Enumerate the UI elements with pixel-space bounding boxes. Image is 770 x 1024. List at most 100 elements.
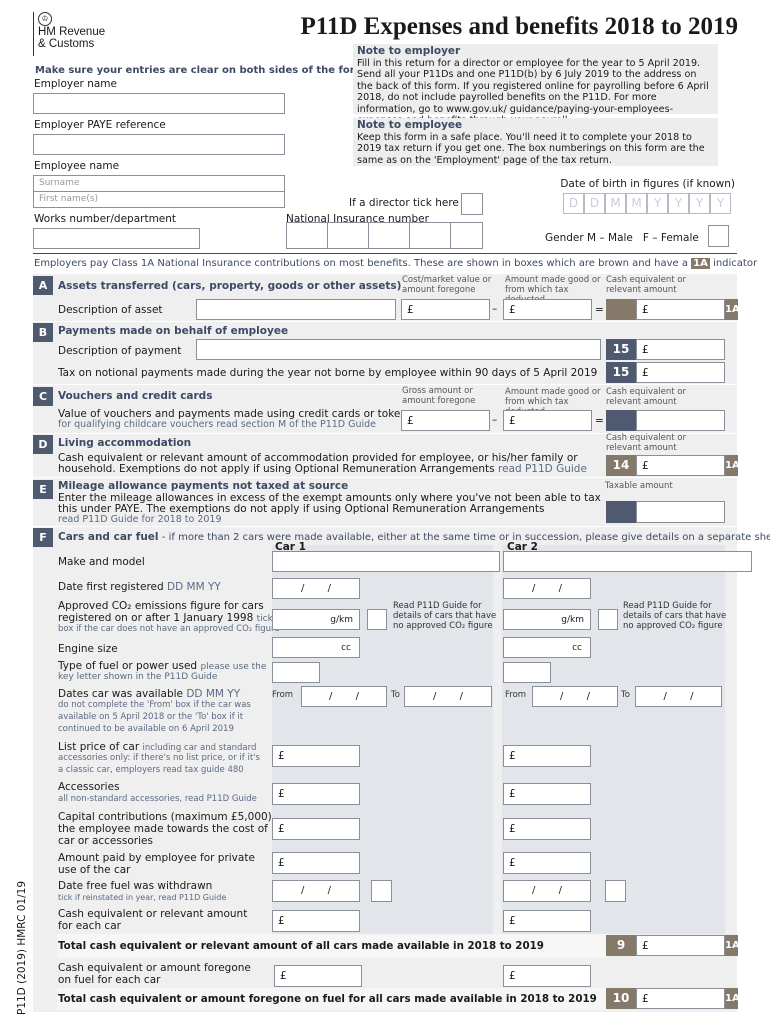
car1-list-price-input[interactable]: £ [272,745,360,767]
works-number-label: Works number/department [34,213,177,225]
vouchers-cash-input[interactable] [636,410,725,431]
car2-date-reg-input[interactable]: / / [503,578,591,599]
private-use-label: use of the car [58,864,131,876]
dates-hint: available on 5 April 2018 or the 'To' bo… [58,712,244,722]
class1a-text: Employers pay Class 1A National Insuranc… [34,258,688,269]
car1-accessories-input[interactable]: £ [272,783,360,805]
capital-label: Capital contributions (maximum £5,000) [58,811,272,823]
car1-private-use-input[interactable]: £ [272,852,360,874]
car2-engine-input[interactable]: cc [503,637,591,658]
1a-indicator: 1A [725,299,740,320]
car1-date-reg-input[interactable]: / / [272,578,360,599]
gender-input[interactable] [708,225,729,247]
car2-list-price-input[interactable]: £ [503,745,591,767]
col-header: Cash equivalent or relevant amount [606,387,686,407]
mileage-input[interactable] [636,501,725,523]
box-1a-brown [606,299,636,320]
car2-fuel-withdrawn-input[interactable]: / / [503,880,591,902]
surname-input[interactable]: Surname [33,175,285,192]
dob-digit[interactable]: D [563,193,584,214]
car1-cash-input[interactable]: £ [272,910,360,932]
dob-digit[interactable]: Y [710,193,731,214]
first-name-input[interactable]: First name(s) [33,191,285,208]
col-header: Cost/market value or amount foregone [402,275,492,295]
employer-name-input[interactable] [33,93,285,114]
list-price-hint: a classic car, employers read tax guide … [58,765,244,775]
list-price-text: List price of car [58,741,140,753]
car1-fuel-type-input[interactable] [272,662,320,683]
total-fuel-input[interactable]: £ [636,988,725,1009]
asset-cash-equivalent-input[interactable]: £ [636,299,725,320]
car2-private-use-input[interactable]: £ [503,852,591,874]
car1-co2-input[interactable]: g/km [272,609,360,630]
notional-tax-input[interactable]: £ [636,362,725,383]
dob-digit[interactable]: D [584,193,605,214]
car2-fuel-type-input[interactable] [503,662,551,683]
car1-capital-input[interactable]: £ [272,818,360,840]
section-c-title: Vouchers and credit cards [58,390,213,402]
accessories-hint: all non-standard accessories, read P11D … [58,794,257,804]
col-header: Gross amount or amount foregone [402,386,476,406]
list-price-hint: accessories only: if there's no list pri… [58,753,260,763]
section-f-title: Cars and car fuel - if more than 2 cars … [58,531,770,544]
car2-to-input[interactable]: / / [635,686,722,707]
car1-fuel-cash-input[interactable]: £ [274,965,362,987]
director-label: If a director tick here [349,197,459,209]
car1-reinstated-checkbox[interactable] [371,880,392,902]
asset-description-input[interactable] [196,299,396,320]
car1-to-input[interactable]: / / [404,686,492,707]
ni-input[interactable] [286,222,483,249]
car1-no-co2-checkbox[interactable] [367,609,387,630]
works-number-input[interactable] [33,228,200,249]
car1-engine-input[interactable]: cc [272,637,360,658]
asset-made-good-input[interactable]: £ [503,299,592,320]
notional-tax-label: Tax on notional payments made during the… [58,367,598,379]
car2-from-input[interactable]: / / [532,686,618,707]
cash-each-label: for each car [58,920,121,932]
car2-fuel-cash-input[interactable]: £ [503,965,591,987]
dob-digit[interactable]: Y [647,193,668,214]
class1a-note: Employers pay Class 1A National Insuranc… [34,258,757,270]
section-f-badge: F [33,528,53,547]
gender-label: Gender M – Male F – Female [545,232,699,244]
date-reg-label: Date first registered DD MM YY [58,581,221,593]
car1-from-input[interactable]: / / [301,686,387,707]
car2-make-input[interactable] [503,551,752,572]
dob-digit[interactable]: Y [668,193,689,214]
car2-cash-input[interactable]: £ [503,910,591,932]
dob-label: Date of birth in figures (if known) [560,178,735,190]
car2-co2-input[interactable]: g/km [503,609,591,630]
fuel-each-label: Cash equivalent or amount foregone [58,962,251,974]
vouchers-made-good-input[interactable]: £ [503,410,592,431]
paye-input[interactable] [33,134,285,155]
car2-capital-input[interactable]: £ [503,818,591,840]
dates-hint: do not complete the 'From' box if the ca… [58,700,251,710]
fuel-type-hint: key letter shown in the P11D Guide [58,672,218,682]
from-label: From [272,690,294,700]
accommodation-input[interactable]: £ [636,455,725,476]
accommodation-text: household. Exemptions do not apply if us… [58,463,587,475]
fuel-type-hint: please use the [200,662,267,672]
asset-cost-input[interactable]: £ [401,299,490,320]
director-checkbox[interactable] [461,193,483,215]
co2-note-line: no approved CO₂ figure [623,621,723,631]
private-use-label: Amount paid by employee for private [58,852,255,864]
make-label: Make and model [58,556,145,568]
car2-no-co2-checkbox[interactable] [598,609,618,630]
payment-amount-input[interactable]: £ [636,339,725,360]
dob-digit[interactable]: M [605,193,626,214]
payment-description-input[interactable] [196,339,601,360]
car1-make-input[interactable] [272,551,500,572]
co2-note: Read P11D Guide for details of cars that … [623,601,726,631]
date-reg-text: Date first registered [58,581,164,593]
dob-digit[interactable]: Y [689,193,710,214]
car2-reinstated-checkbox[interactable] [605,880,626,902]
dob-digit[interactable]: M [626,193,647,214]
car1-fuel-withdrawn-input[interactable]: / / [272,880,360,902]
car2-accessories-input[interactable]: £ [503,783,591,805]
equals-sign: = [595,415,604,427]
total-cars-input[interactable]: £ [636,935,725,956]
vouchers-gross-input[interactable]: £ [401,410,490,431]
instruction: Make sure your entries are clear on both… [35,65,369,76]
co2-note-line: details of cars that have [393,611,497,621]
